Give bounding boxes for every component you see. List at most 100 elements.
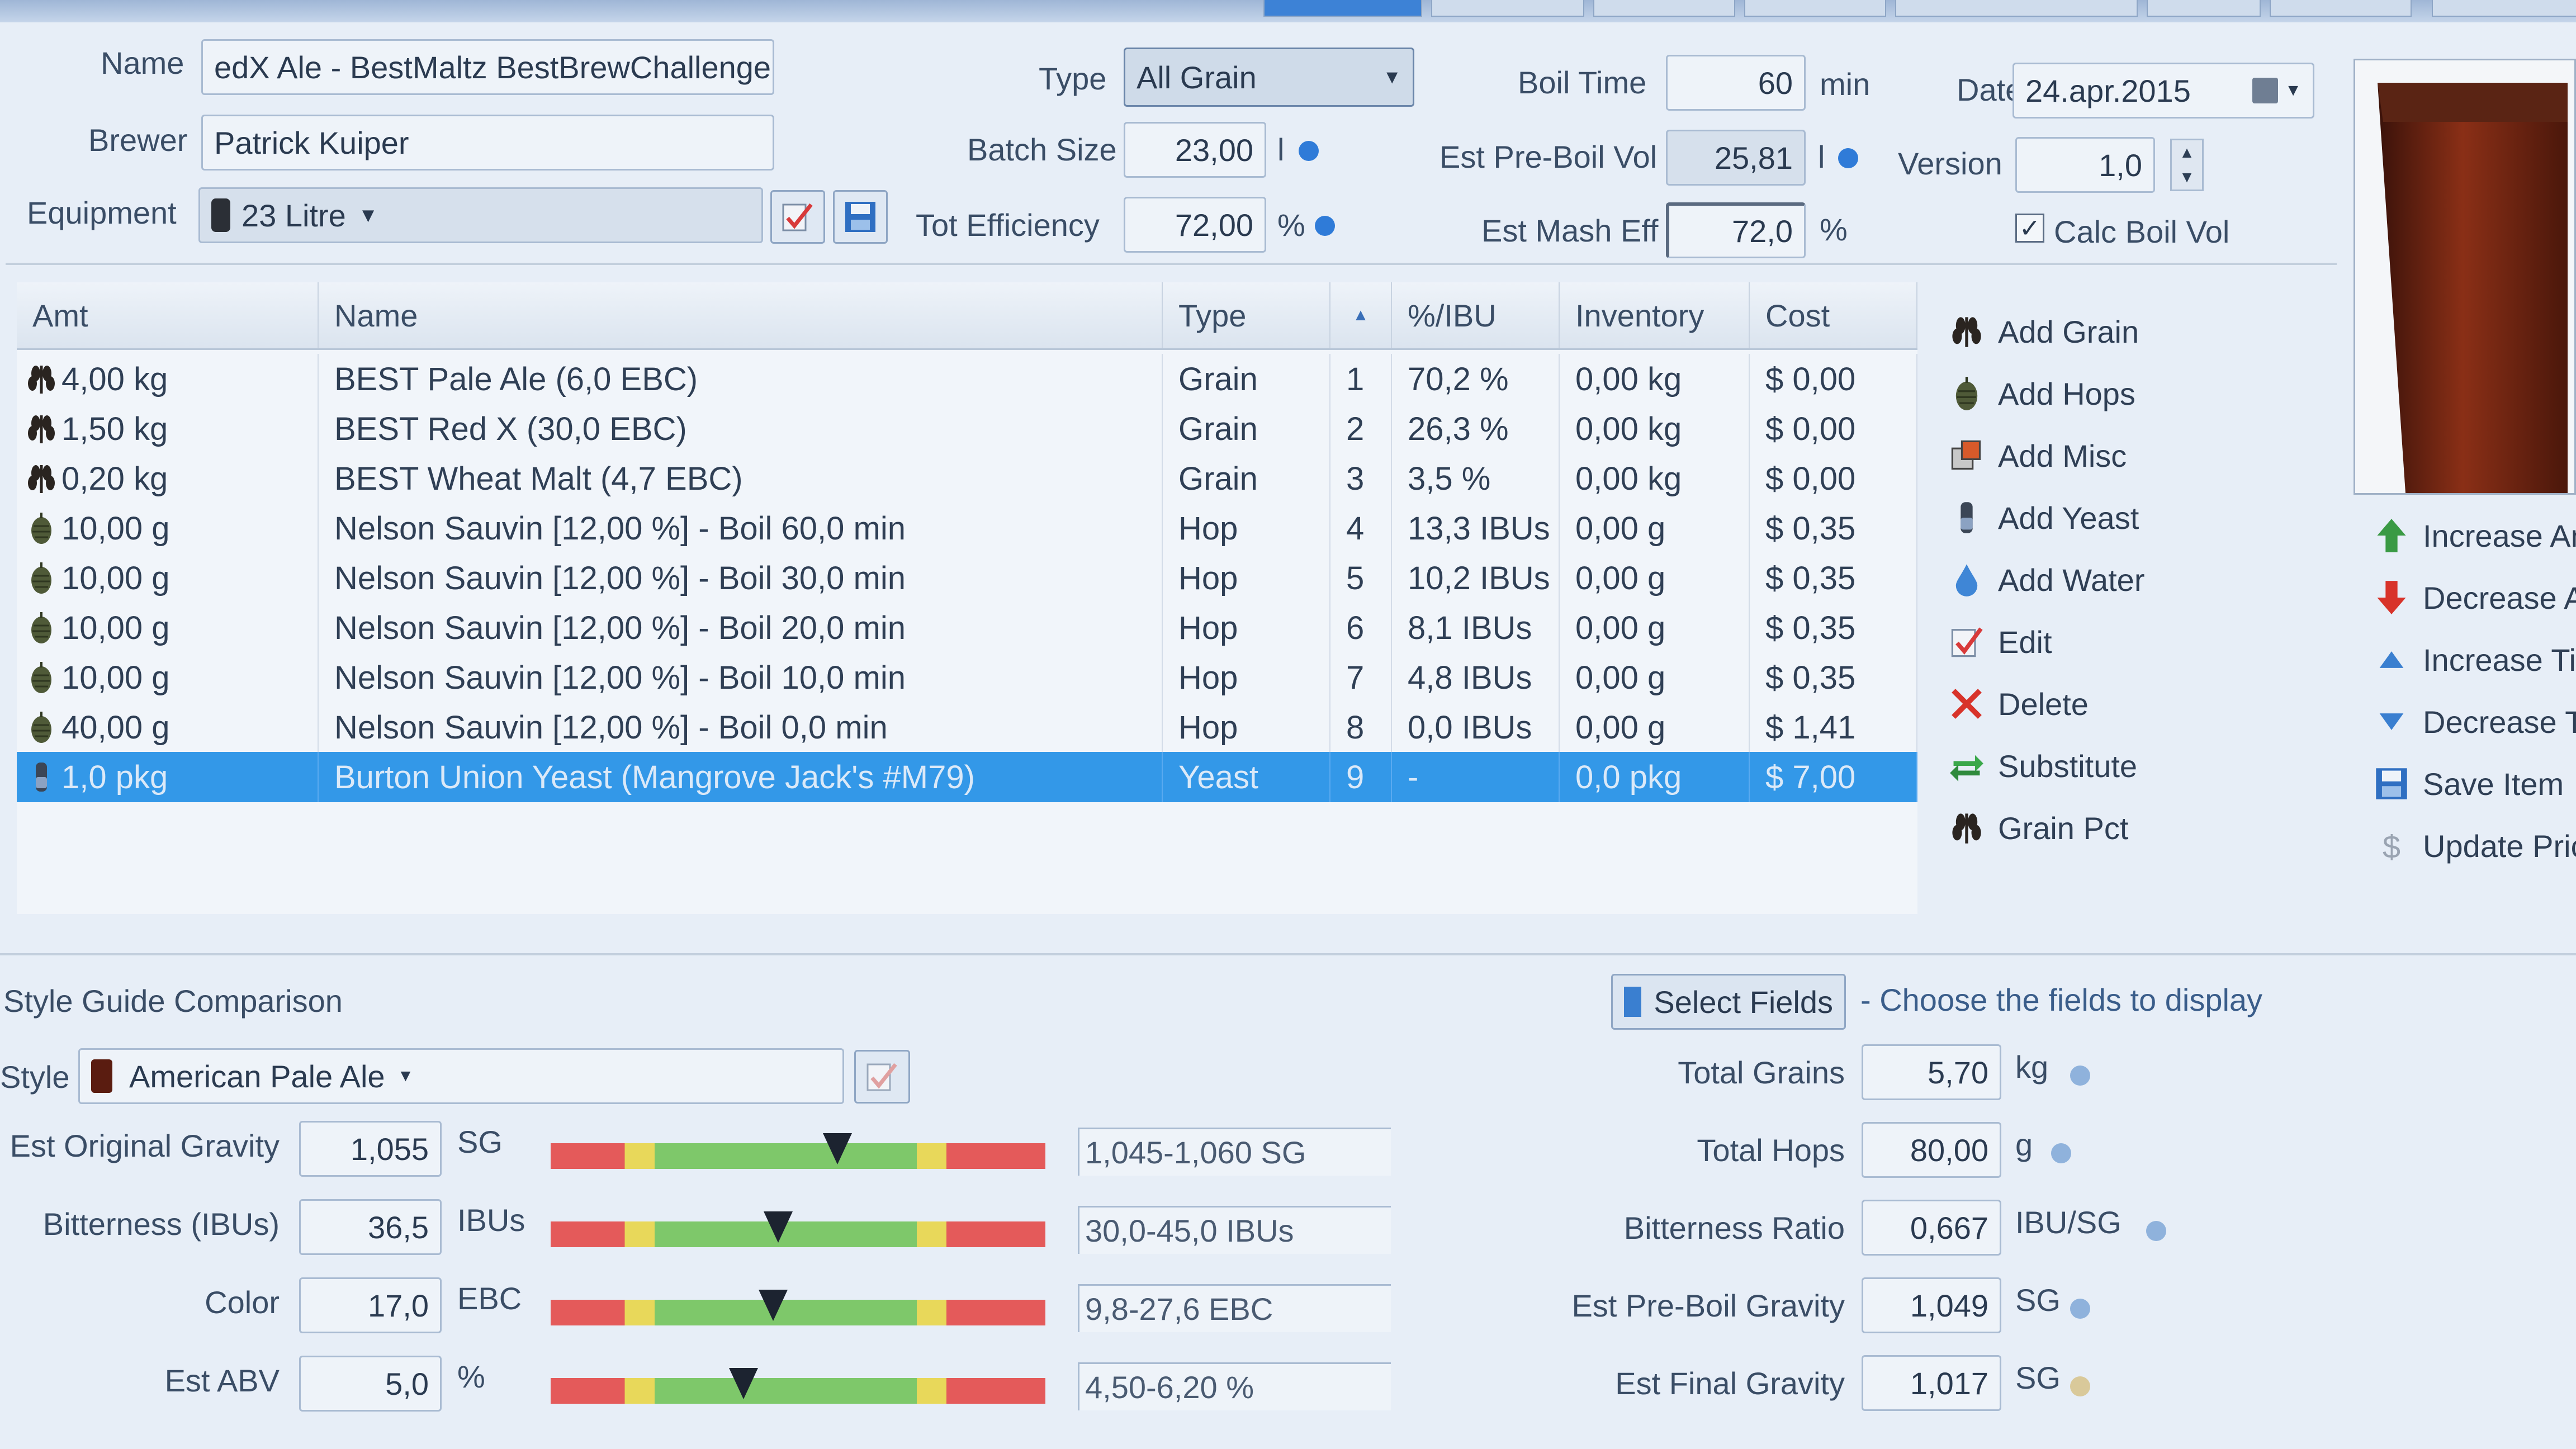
- stat-label: Total Grains: [1678, 1055, 1845, 1090]
- stat-indicator-dot: [2051, 1143, 2071, 1163]
- table-row[interactable]: 4,00 kg BEST Pale Ale (6,0 EBC) Grain 1 70,2…: [17, 354, 1917, 404]
- cell-type: Yeast: [1163, 752, 1330, 802]
- cell-ibu: 10,2 IBUs: [1392, 553, 1560, 603]
- decrease-ar-button[interactable]: Decrease Ar: [2370, 576, 2576, 619]
- beer-color-preview: [2354, 59, 2576, 495]
- table-row[interactable]: 0,20 kg BEST Wheat Malt (4,7 EBC) Grain 3 3,…: [17, 453, 1917, 504]
- date-picker[interactable]: 24.apr.2015 ▼: [2012, 63, 2314, 119]
- cell-ibu: 8,1 IBUs: [1392, 603, 1560, 653]
- cell-order: 6: [1330, 603, 1392, 653]
- action-label: Decrease Ar: [2423, 580, 2576, 615]
- table-row[interactable]: 10,00 g Nelson Sauvin [12,00 %] - Boil 30…: [17, 553, 1917, 603]
- increase-am-button[interactable]: Increase Am: [2370, 514, 2576, 557]
- ingredient-actions: Add Grain Add Hops Add Misc Add Yeast Add Wa…: [1945, 310, 2337, 869]
- stat-unit: IBU/SG: [2015, 1205, 2122, 1240]
- efficiency-input[interactable]: 72,00: [1124, 197, 1266, 253]
- save-item-button[interactable]: Save Item: [2370, 763, 2564, 805]
- stat-value: 1,017: [1862, 1355, 2001, 1411]
- type-select[interactable]: All Grain ▼: [1124, 48, 1414, 107]
- add-misc-button[interactable]: Add Misc: [1945, 434, 2127, 477]
- tab-vols[interactable]: [2147, 0, 2261, 17]
- chevron-down-icon: ▼: [2285, 81, 2302, 100]
- cell-cost: $ 0,35: [1750, 652, 1917, 703]
- tab-recipe[interactable]: [1263, 0, 1422, 17]
- amount-text: 1,50 kg: [61, 410, 168, 447]
- action-label: Decrease Ti: [2423, 704, 2576, 740]
- help-button[interactable]: [2432, 0, 2576, 17]
- delete-button[interactable]: Delete: [1945, 683, 2089, 725]
- table-row[interactable]: 10,00 g Nelson Sauvin [12,00 %] - Boil 20…: [17, 603, 1917, 653]
- select-fields-button[interactable]: Select Fields: [1611, 974, 1846, 1030]
- equipment-tank-icon: [211, 198, 230, 232]
- tab-fermentation[interactable]: [1895, 0, 2138, 17]
- equipment-save-button[interactable]: [833, 190, 888, 244]
- check-icon: [782, 203, 813, 231]
- stat-value: 80,00: [1862, 1122, 2001, 1178]
- stat-unit: SG: [2015, 1282, 2061, 1318]
- water-drop-icon: [1945, 558, 1988, 601]
- down-arrow-icon: [2370, 576, 2413, 619]
- dollar-icon: $: [2370, 825, 2413, 867]
- amount-text: 0,20 kg: [61, 460, 168, 497]
- column-header-ibu[interactable]: %/IBU: [1392, 282, 1560, 348]
- style-check-button[interactable]: [854, 1050, 910, 1104]
- batch-size-input[interactable]: 23,00: [1124, 122, 1266, 178]
- grain-pct-button[interactable]: Grain Pct: [1945, 807, 2128, 849]
- gauge-unit: IBUs: [457, 1202, 525, 1238]
- tab-misc[interactable]: [1593, 0, 1735, 17]
- cell-cost: $ 0,00: [1750, 453, 1917, 504]
- recipe-name-input[interactable]: edX Ale - BestMaltz BestBrewChallenge: [201, 39, 774, 95]
- cell-order: 2: [1330, 404, 1392, 454]
- table-row[interactable]: 1,0 pkg Burton Union Yeast (Mangrove Jack…: [17, 752, 1917, 802]
- add-water-button[interactable]: Add Water: [1945, 558, 2144, 601]
- tab-notes[interactable]: [2270, 0, 2412, 17]
- table-row[interactable]: 10,00 g Nelson Sauvin [12,00 %] - Boil 10…: [17, 652, 1917, 703]
- sort-ascending-icon[interactable]: ▲: [1330, 282, 1392, 348]
- cell-name: BEST Pale Ale (6,0 EBC): [319, 354, 1163, 404]
- substitute-arrows-icon: [1945, 745, 1988, 787]
- boil-time-input[interactable]: 60: [1666, 55, 1806, 111]
- table-row[interactable]: 1,50 kg BEST Red X (30,0 EBC) Grain 2 26,3 %…: [17, 404, 1917, 454]
- cell-order: 8: [1330, 702, 1392, 752]
- substitute-button[interactable]: Substitute: [1945, 745, 2137, 787]
- add-grain-button[interactable]: Add Grain: [1945, 310, 2139, 353]
- add-yeast-button[interactable]: Add Yeast: [1945, 496, 2139, 539]
- stepper-up-icon[interactable]: ▲: [2172, 140, 2202, 165]
- increase-tin-button[interactable]: Increase Tin: [2370, 638, 2576, 681]
- calc-boil-checkbox[interactable]: ✓: [2015, 214, 2044, 243]
- column-header-inventory[interactable]: Inventory: [1560, 282, 1750, 348]
- update-pric-button[interactable]: $ Update Pric: [2370, 825, 2576, 867]
- table-row[interactable]: 40,00 g Nelson Sauvin [12,00 %] - Boil 0,…: [17, 702, 1917, 752]
- add-hops-button[interactable]: Add Hops: [1945, 372, 2135, 415]
- version-input[interactable]: 1,0: [2015, 137, 2155, 193]
- column-header-amt[interactable]: Amt: [17, 282, 319, 348]
- type-label: Type: [1039, 61, 1107, 96]
- style-range-text: 9,8-27,6 EBC: [1078, 1284, 1391, 1332]
- cell-inventory: 0,00 kg: [1560, 354, 1750, 404]
- decrease-ti-button[interactable]: Decrease Ti: [2370, 700, 2576, 743]
- style-select[interactable]: American Pale Ale ▼: [78, 1048, 844, 1104]
- version-stepper[interactable]: ▲ ▼: [2170, 139, 2204, 191]
- style-range-text: 1,045-1,060 SG: [1078, 1128, 1391, 1176]
- table-row[interactable]: 10,00 g Nelson Sauvin [12,00 %] - Boil 60…: [17, 503, 1917, 553]
- edit-button[interactable]: Edit: [1945, 621, 2052, 663]
- select-fields-hint: - Choose the fields to display: [1860, 982, 2263, 1017]
- column-header-type[interactable]: Type: [1163, 282, 1330, 348]
- stat-unit: g: [2015, 1127, 2033, 1162]
- cell-cost: $ 0,35: [1750, 553, 1917, 603]
- ingredients-table[interactable]: Amt Name Type ▲ %/IBU Inventory Cost 4,0…: [17, 282, 1917, 914]
- grain-icon: [1945, 310, 1988, 353]
- tab-mash[interactable]: [1431, 0, 1584, 17]
- equipment-check-button[interactable]: [770, 190, 825, 244]
- cell-cost: $ 7,00: [1750, 752, 1917, 802]
- cell-order: 4: [1330, 503, 1392, 553]
- brewer-input[interactable]: Patrick Kuiper: [201, 115, 774, 171]
- stepper-down-icon[interactable]: ▼: [2172, 165, 2202, 190]
- equipment-select[interactable]: 23 Litre ▼: [198, 187, 763, 243]
- column-header-cost[interactable]: Cost: [1750, 282, 1917, 348]
- chevron-down-icon: ▼: [397, 1067, 414, 1085]
- tab-water[interactable]: [1744, 0, 1886, 17]
- preboil-vol-value: 25,81: [1666, 130, 1806, 186]
- style-range-bar: [551, 1378, 1045, 1404]
- column-header-name[interactable]: Name: [319, 282, 1163, 348]
